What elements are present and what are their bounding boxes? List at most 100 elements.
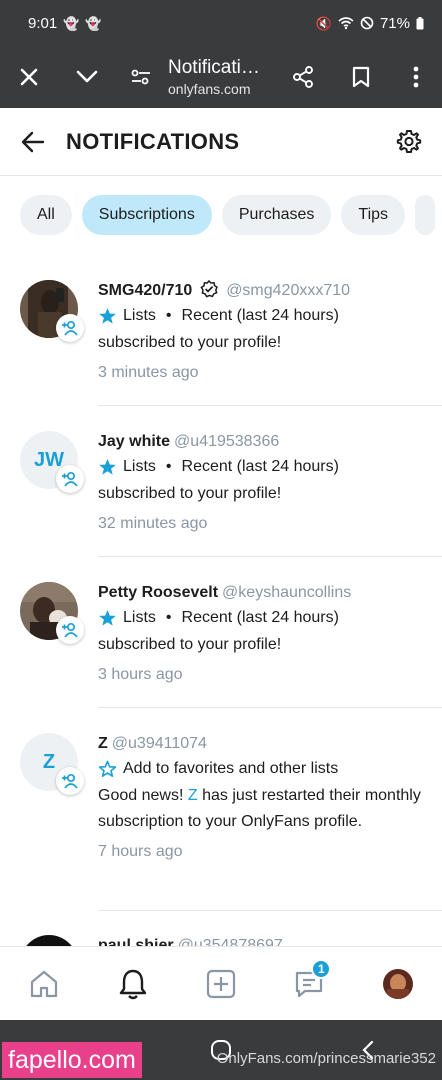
subscriber-icon — [62, 471, 78, 487]
battery-icon — [416, 16, 424, 29]
notification-item[interactable]: paul shier @u354878697 — [0, 935, 442, 946]
close-tab-button[interactable] — [0, 46, 58, 108]
avatar[interactable] — [20, 582, 84, 644]
tab-subscriptions[interactable]: Subscriptions — [81, 195, 212, 235]
add-post-icon — [206, 969, 236, 998]
star-outline-icon — [98, 760, 117, 777]
subscriber-badge — [56, 767, 84, 795]
lists-label: Lists — [123, 458, 156, 475]
subscriber-badge — [56, 314, 84, 342]
notification-message: Good news! Z has just restarted their mo… — [98, 783, 422, 835]
more-options-button[interactable] — [390, 46, 442, 108]
star-filled-icon — [99, 610, 116, 626]
nav-profile[interactable] — [368, 954, 428, 1014]
subscriber-icon — [62, 773, 78, 789]
avatar-photo — [20, 935, 78, 946]
user-name[interactable]: Jay white — [98, 433, 170, 450]
bottom-navigation: 1 — [0, 946, 442, 1020]
tab-purchases[interactable]: Purchases — [221, 195, 332, 235]
notification-time: 32 minutes ago — [98, 515, 208, 532]
list-recent: Recent (last 24 hours) — [181, 458, 339, 475]
notification-message: subscribed to your profile! — [98, 636, 282, 653]
divider — [98, 910, 442, 911]
divider — [98, 405, 442, 406]
subscriber-icon — [62, 320, 78, 336]
lists-row[interactable]: Add to favorites and other lists — [98, 758, 422, 780]
avatar[interactable] — [20, 280, 84, 342]
tab-all[interactable]: All — [20, 195, 72, 235]
nav-home[interactable] — [14, 954, 74, 1014]
notification-time: 3 hours ago — [98, 666, 183, 683]
snapchat-icon: 👻 — [63, 15, 80, 31]
watermark-text: OnlyFans.com/princessmarie352 — [216, 1050, 436, 1067]
user-link[interactable]: Z — [188, 787, 198, 804]
arrow-left-icon — [21, 131, 45, 152]
wifi-icon — [338, 17, 354, 30]
status-bar: 9:01 👻 👻 🔇 71% — [0, 0, 442, 46]
subscriber-badge — [56, 616, 84, 644]
more-vert-icon — [413, 66, 419, 88]
browser-title-area[interactable]: Notificati… onlyfans.com — [166, 57, 274, 97]
nav-messages[interactable]: 1 — [279, 954, 339, 1014]
minimize-button[interactable] — [58, 46, 116, 108]
snapchat-icon-2: 👻 — [85, 15, 102, 31]
tab-more[interactable] — [415, 195, 436, 235]
list-recent: Recent (last 24 hours) — [181, 609, 339, 626]
bookmark-icon — [352, 66, 370, 88]
star-filled-icon — [99, 308, 116, 324]
user-handle[interactable]: @smg420xxx710 — [226, 282, 350, 299]
lists-row[interactable]: Lists • Recent (last 24 hours) — [98, 607, 422, 629]
tune-icon — [131, 69, 150, 85]
user-name[interactable]: paul shier — [98, 937, 174, 946]
page-title: NOTIFICATIONS — [66, 128, 240, 154]
user-name[interactable]: Z — [98, 735, 108, 752]
nav-notifications[interactable] — [103, 954, 163, 1014]
avatar[interactable] — [20, 935, 78, 946]
chevron-down-icon — [76, 70, 98, 83]
add-to-lists-label: Add to favorites and other lists — [123, 760, 339, 777]
bell-icon — [119, 969, 146, 999]
filter-tabs: All Subscriptions Purchases Tips — [20, 195, 436, 235]
share-button[interactable] — [274, 46, 332, 108]
divider — [98, 707, 442, 708]
user-handle[interactable]: @keyshauncollins — [222, 584, 351, 601]
browser-page-title: Notificati… — [168, 57, 260, 78]
lists-label: Lists — [123, 609, 156, 626]
dnd-icon — [360, 16, 374, 30]
lists-row[interactable]: Lists • Recent (last 24 hours) — [98, 305, 422, 327]
gear-icon — [396, 129, 422, 153]
avatar[interactable]: Z — [20, 733, 84, 795]
subscriber-icon — [62, 622, 78, 638]
avatar[interactable]: JW — [20, 431, 84, 493]
notification-time: 3 minutes ago — [98, 364, 199, 381]
battery-level: 71% — [379, 14, 410, 32]
home-icon — [31, 970, 58, 997]
mute-icon: 🔇 — [315, 15, 332, 31]
messages-count-badge: 1 — [311, 958, 332, 979]
tab-tips[interactable]: Tips — [341, 195, 406, 235]
lists-label: Lists — [123, 307, 156, 324]
divider — [98, 556, 442, 557]
bookmark-button[interactable] — [332, 46, 390, 108]
user-name[interactable]: SMG420/710 — [98, 282, 192, 299]
user-handle[interactable]: @u39411074 — [112, 735, 207, 752]
notification-message: subscribed to your profile! — [98, 334, 282, 351]
browser-url: onlyfans.com — [168, 81, 251, 97]
settings-button[interactable] — [376, 108, 442, 176]
user-name[interactable]: Petty Roosevelt — [98, 584, 218, 601]
status-time: 9:01 — [28, 14, 58, 32]
notification-message: subscribed to your profile! — [98, 485, 282, 502]
watermark-logo: fapello.com — [2, 1042, 142, 1078]
verified-icon — [200, 280, 218, 298]
close-icon — [20, 68, 38, 86]
notification-time: 7 hours ago — [98, 843, 183, 860]
message-prefix: Good news! — [98, 787, 184, 804]
nav-new-post[interactable] — [191, 954, 251, 1014]
user-handle[interactable]: @u354878697 — [178, 937, 283, 946]
lists-row[interactable]: Lists • Recent (last 24 hours) — [98, 456, 422, 478]
site-settings-button[interactable] — [116, 46, 166, 108]
browser-toolbar: Notificati… onlyfans.com — [0, 46, 442, 108]
user-handle[interactable]: @u419538366 — [174, 433, 279, 450]
back-button[interactable] — [0, 108, 66, 176]
list-recent: Recent (last 24 hours) — [181, 307, 339, 324]
